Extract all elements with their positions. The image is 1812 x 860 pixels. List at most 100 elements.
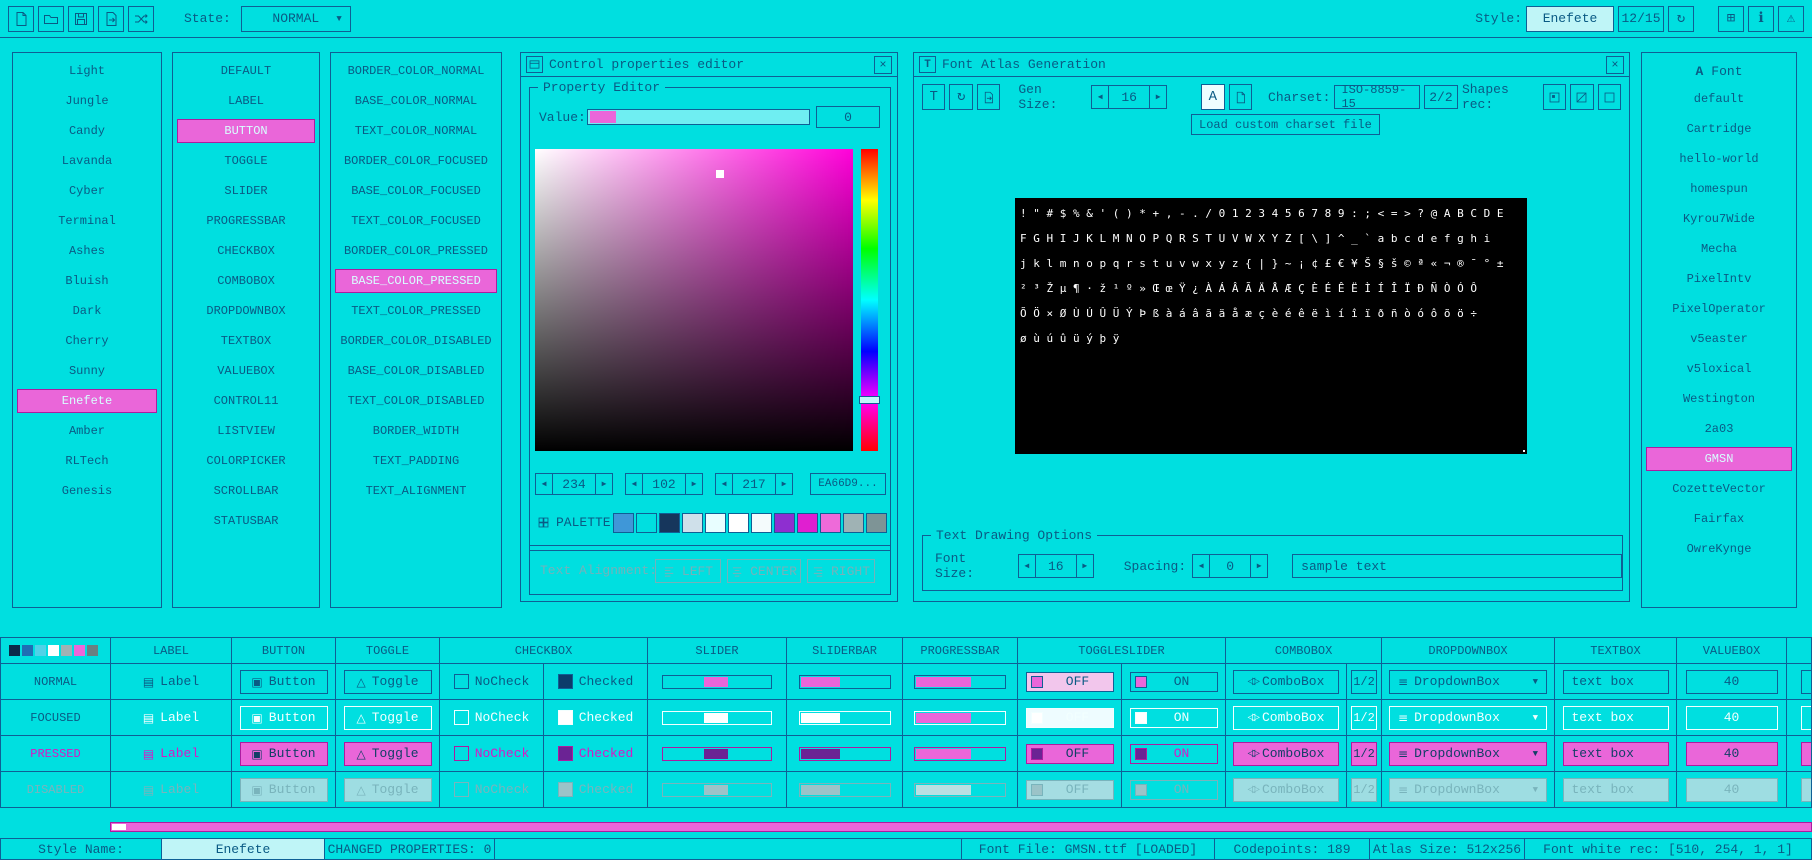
sample-button-normal[interactable]: ▣Button <box>240 670 328 694</box>
sample-valuebox-normal[interactable]: 40 <box>1686 670 1778 694</box>
sample-progressbar-focused[interactable] <box>914 711 1006 725</box>
font-item-gmsn[interactable]: GMSN <box>1646 447 1792 471</box>
font-item-cozettevector[interactable]: CozetteVector <box>1646 477 1792 501</box>
sample-valuebox-pressed[interactable]: 40 <box>1686 742 1778 766</box>
style-item-ashes[interactable]: Ashes <box>17 239 157 263</box>
spinner-left-icon[interactable]: ◀ <box>1018 554 1036 578</box>
charset-default-button[interactable]: A <box>1201 84 1224 110</box>
open-file-button[interactable] <box>38 6 64 32</box>
font-item-mecha[interactable]: Mecha <box>1646 237 1792 261</box>
sample-dropdownbox-pressed[interactable]: ≡DropdownBox▼ <box>1389 742 1547 766</box>
control-item-default[interactable]: DEFAULT <box>177 59 315 83</box>
hex-value-box[interactable]: EA66D9... <box>810 473 886 495</box>
close-icon[interactable]: × <box>874 56 892 74</box>
style-item-genesis[interactable]: Genesis <box>17 479 157 503</box>
sample-slider-normal[interactable] <box>662 675 772 689</box>
sample-valuebox-focused[interactable]: 40 <box>1686 706 1778 730</box>
load-font-button[interactable]: T <box>922 84 945 110</box>
sample-text-input[interactable]: sample text <box>1292 554 1622 578</box>
spinner-left-icon[interactable]: ◀ <box>1192 554 1210 578</box>
style-item-rltech[interactable]: RLTech <box>17 449 157 473</box>
sample-label-pressed[interactable]: ▤Label <box>143 746 199 761</box>
font-item-v5loxical[interactable]: v5loxical <box>1646 357 1792 381</box>
font-item-hello-world[interactable]: hello-world <box>1646 147 1792 171</box>
property-item-text-color-normal[interactable]: TEXT_COLOR_NORMAL <box>335 119 497 143</box>
control-item-button[interactable]: BUTTON <box>177 119 315 143</box>
sample-checkbox-checked-normal[interactable]: Checked <box>558 674 634 689</box>
info-button[interactable]: ℹ <box>1748 6 1774 32</box>
sample-textbox-pressed[interactable]: text box <box>1563 742 1669 766</box>
fa-titlebar[interactable]: T Font Atlas Generation × <box>914 53 1629 77</box>
spinner-right-icon[interactable]: ▶ <box>685 473 703 495</box>
property-item-text-alignment[interactable]: TEXT_ALIGNMENT <box>335 479 497 503</box>
sample-combobox-normal[interactable]: ◁▷ComboBox <box>1233 670 1339 694</box>
palette-color-0[interactable] <box>613 513 634 533</box>
control-item-checkbox[interactable]: CHECKBOX <box>177 239 315 263</box>
sample-button-focused[interactable]: ▣Button <box>240 706 328 730</box>
sample-textbox-normal[interactable]: text box <box>1563 670 1669 694</box>
sample-clipped-pressed[interactable] <box>1801 742 1812 766</box>
pe-titlebar[interactable]: Control properties editor × <box>521 53 897 77</box>
property-item-text-color-disabled[interactable]: TEXT_COLOR_DISABLED <box>335 389 497 413</box>
font-item-fairfax[interactable]: Fairfax <box>1646 507 1792 531</box>
palette-color-1[interactable] <box>636 513 657 533</box>
palette-color-2[interactable] <box>659 513 680 533</box>
spinner-left-icon[interactable]: ◀ <box>625 473 643 495</box>
font-item-kyrou7wide[interactable]: Kyrou7Wide <box>1646 207 1792 231</box>
property-item-border-width[interactable]: BORDER_WIDTH <box>335 419 497 443</box>
value-slider-handle[interactable] <box>590 111 616 123</box>
scrollbar-thumb[interactable] <box>112 824 126 830</box>
control-item-toggle[interactable]: TOGGLE <box>177 149 315 173</box>
control-item-listview[interactable]: LISTVIEW <box>177 419 315 443</box>
palette-color-6[interactable] <box>751 513 772 533</box>
hue-bar[interactable] <box>861 149 878 451</box>
sample-sliderbar-normal[interactable] <box>799 675 891 689</box>
green-value[interactable]: 102 <box>643 473 685 495</box>
spacing-value[interactable]: 0 <box>1210 554 1250 578</box>
font-item-pixelintv[interactable]: PixelIntv <box>1646 267 1792 291</box>
reload-style-button[interactable]: ↻ <box>1668 6 1694 32</box>
red-value[interactable]: 234 <box>553 473 595 495</box>
font-item-2a03[interactable]: 2a03 <box>1646 417 1792 441</box>
style-item-jungle[interactable]: Jungle <box>17 89 157 113</box>
hue-cursor[interactable] <box>859 396 880 404</box>
sample-toggleslider-off-pressed[interactable]: OFF <box>1026 744 1114 764</box>
property-item-text-padding[interactable]: TEXT_PADDING <box>335 449 497 473</box>
sample-toggleslider-on-pressed[interactable]: ON <box>1130 744 1218 764</box>
sample-slider-focused[interactable] <box>662 711 772 725</box>
sample-toggleslider-off-normal[interactable]: OFF <box>1026 672 1114 692</box>
random-style-button[interactable] <box>128 6 154 32</box>
sample-progressbar-pressed[interactable] <box>914 747 1006 761</box>
sample-sliderbar-focused[interactable] <box>799 711 891 725</box>
control-item-slider[interactable]: SLIDER <box>177 179 315 203</box>
property-item-border-color-normal[interactable]: BORDER_COLOR_NORMAL <box>335 59 497 83</box>
sample-dropdownbox-normal[interactable]: ≡DropdownBox▼ <box>1389 670 1547 694</box>
palette-color-3[interactable] <box>682 513 703 533</box>
spinner-left-icon[interactable]: ◀ <box>535 473 553 495</box>
control-item-control11[interactable]: CONTROL11 <box>177 389 315 413</box>
palette-color-8[interactable] <box>797 513 818 533</box>
property-item-border-color-disabled[interactable]: BORDER_COLOR_DISABLED <box>335 329 497 353</box>
shapes-rec-fill-button[interactable] <box>1543 84 1566 110</box>
palette-color-4[interactable] <box>705 513 726 533</box>
sample-combobox-count-focused[interactable]: 1/2 <box>1351 706 1377 730</box>
sample-clipped-focused[interactable] <box>1801 706 1812 730</box>
save-file-button[interactable] <box>68 6 94 32</box>
font-item-pixeloperator[interactable]: PixelOperator <box>1646 297 1792 321</box>
font-atlas-canvas[interactable]: ! " # $ % & ' ( ) * + , - . / 0 1 2 3 4 … <box>1015 198 1527 454</box>
control-item-dropdownbox[interactable]: DROPDOWNBOX <box>177 299 315 323</box>
sample-clipped-normal[interactable] <box>1801 670 1812 694</box>
sample-combobox-focused[interactable]: ◁▷ComboBox <box>1233 706 1339 730</box>
property-item-base-color-normal[interactable]: BASE_COLOR_NORMAL <box>335 89 497 113</box>
control-item-scrollbar[interactable]: SCROLLBAR <box>177 479 315 503</box>
palette-color-11[interactable] <box>866 513 887 533</box>
property-item-border-color-focused[interactable]: BORDER_COLOR_FOCUSED <box>335 149 497 173</box>
style-item-cherry[interactable]: Cherry <box>17 329 157 353</box>
value-box[interactable]: 0 <box>816 106 880 128</box>
property-item-base-color-disabled[interactable]: BASE_COLOR_DISABLED <box>335 359 497 383</box>
state-dropdown[interactable]: NORMAL ▼ <box>241 6 351 32</box>
palette-color-9[interactable] <box>820 513 841 533</box>
table-view-button[interactable]: ⊞ <box>1718 6 1744 32</box>
property-item-base-color-focused[interactable]: BASE_COLOR_FOCUSED <box>335 179 497 203</box>
control-item-colorpicker[interactable]: COLORPICKER <box>177 449 315 473</box>
